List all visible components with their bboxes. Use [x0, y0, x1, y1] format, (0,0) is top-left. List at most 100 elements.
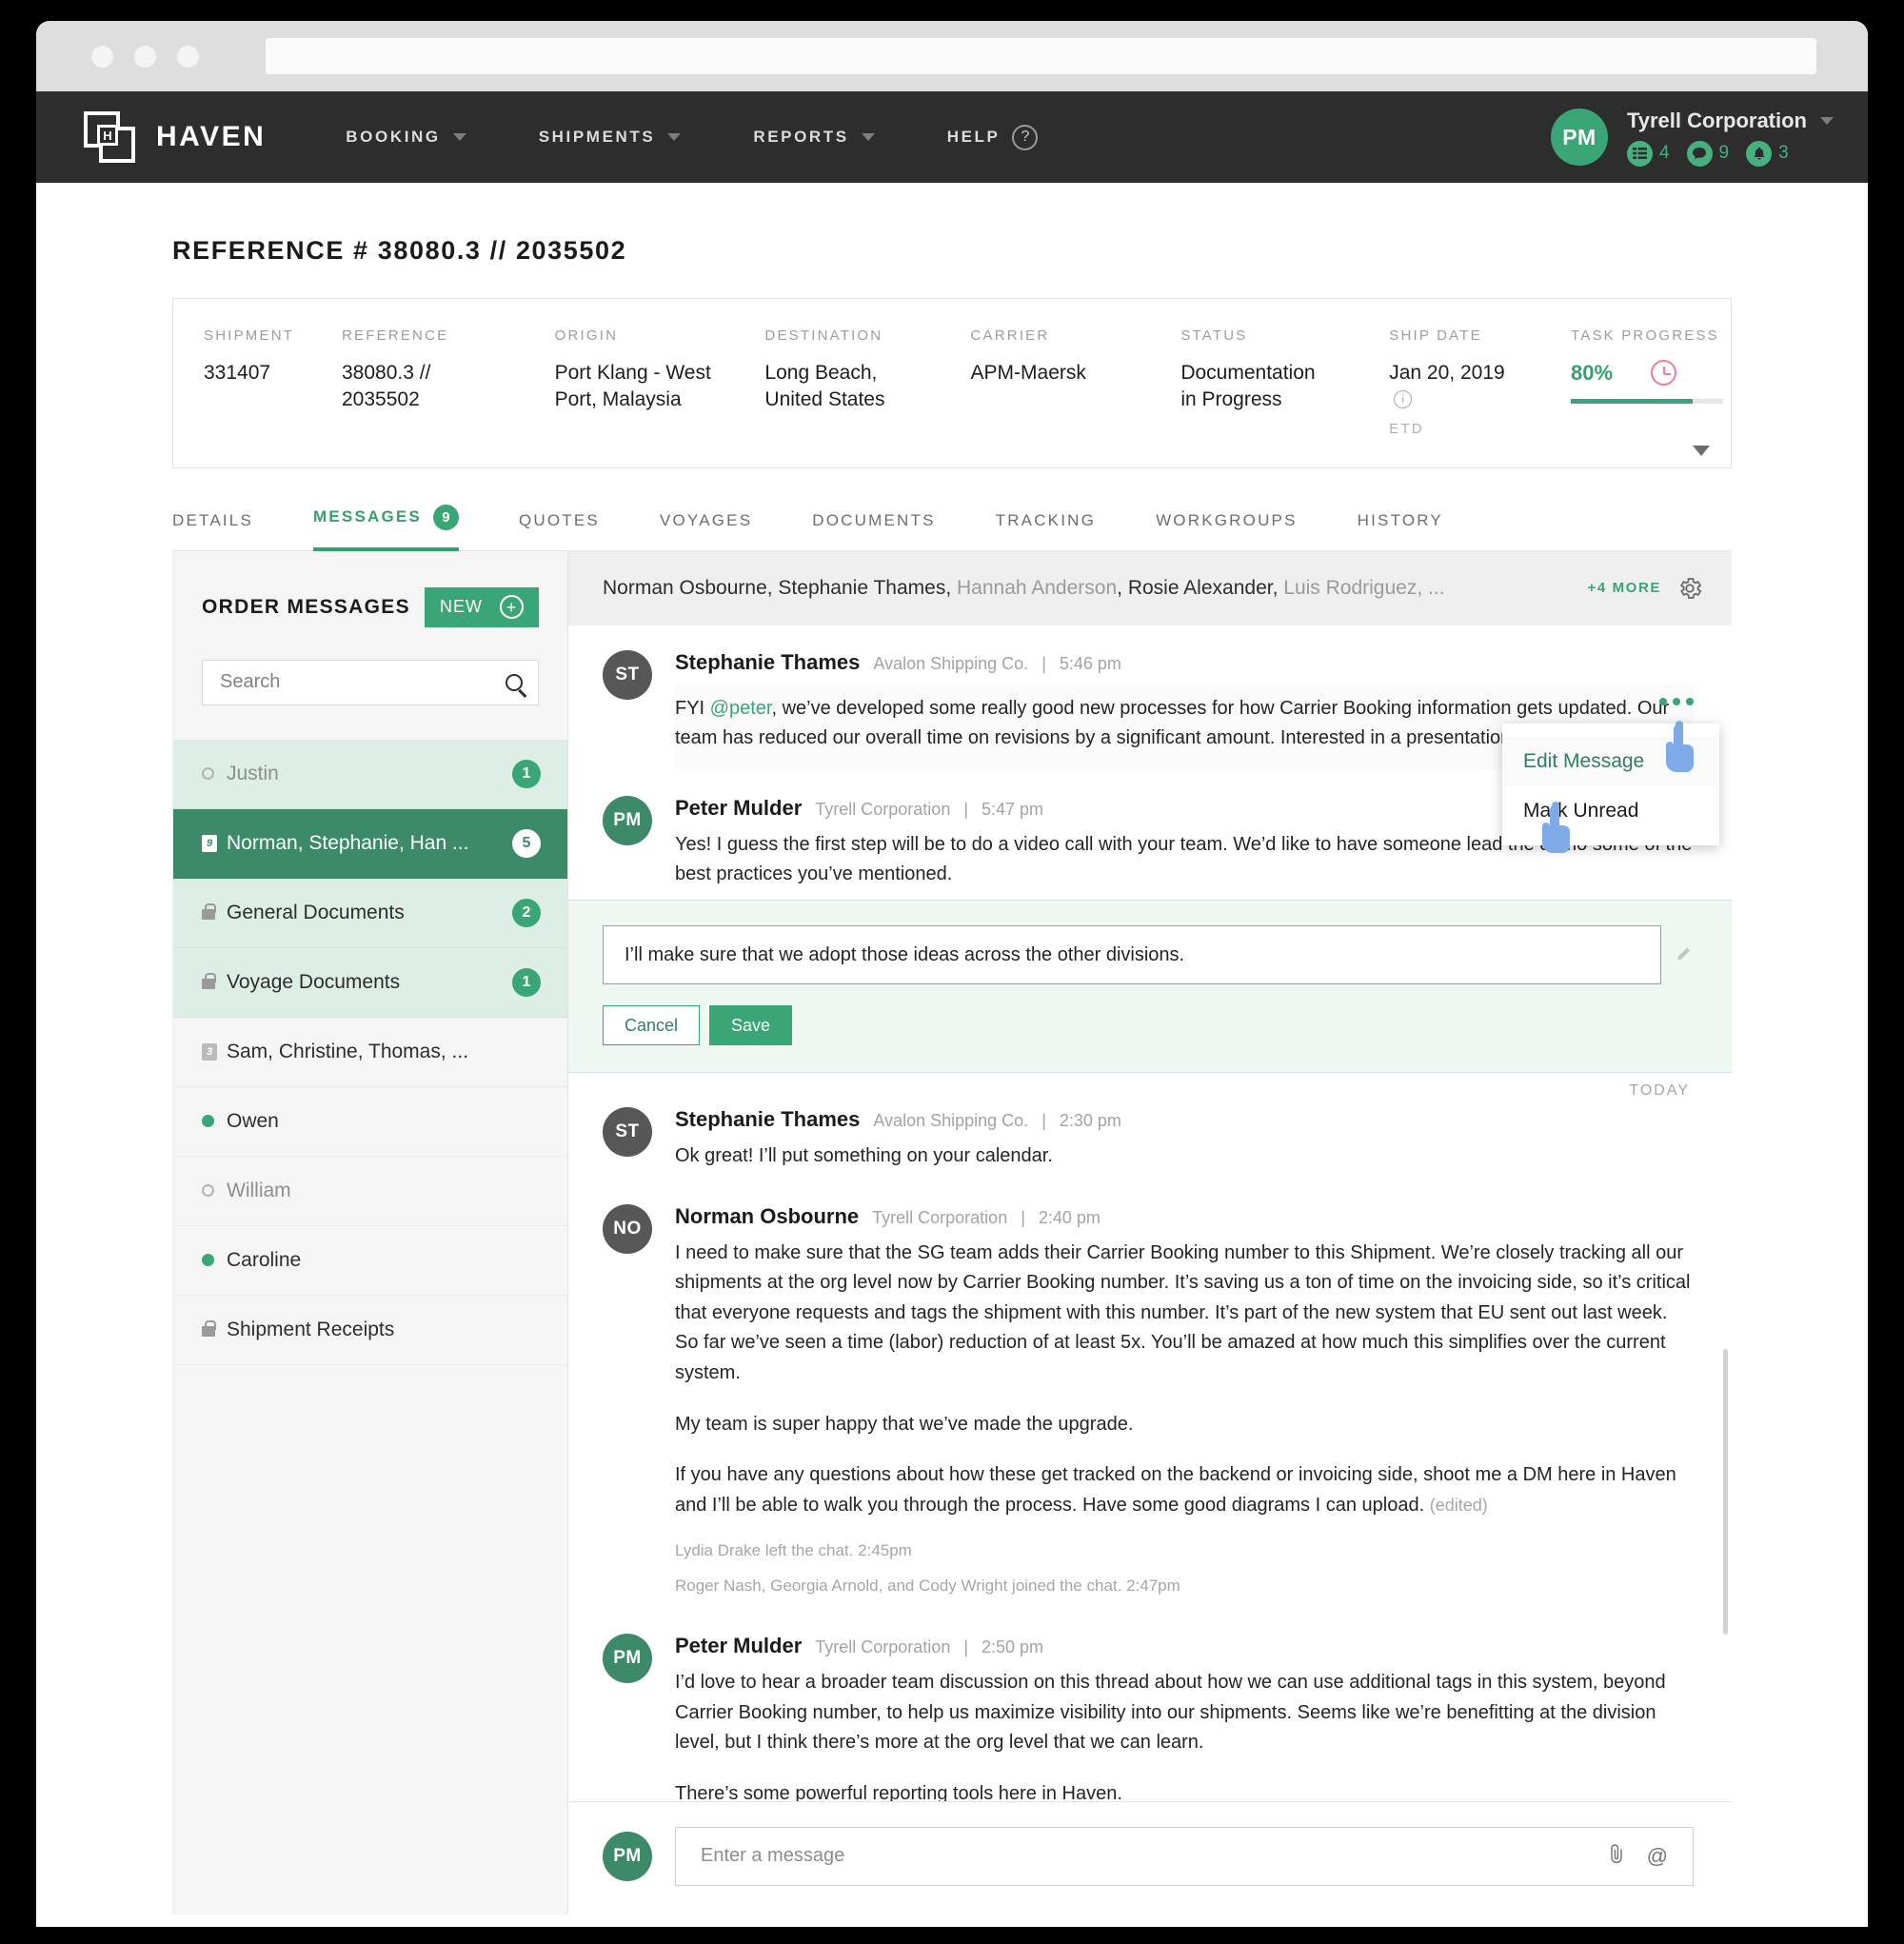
mention-icon[interactable]: @ — [1647, 1844, 1668, 1869]
message-text: If you have any questions about how thes… — [675, 1464, 1676, 1516]
url-bar[interactable] — [266, 38, 1816, 74]
notifications-counter[interactable]: 3 — [1746, 140, 1789, 167]
task-progress-bar — [1571, 399, 1723, 404]
message-company: Tyrell Corporation — [815, 799, 951, 819]
bell-icon — [1746, 140, 1773, 167]
tab-tracking[interactable]: TRACKING — [996, 511, 1096, 551]
system-line: Roger Nash, Georgia Arnold, and Cody Wri… — [675, 1576, 1180, 1595]
avatar: PM — [603, 795, 652, 845]
date-divider-label: TODAY — [1629, 1082, 1690, 1100]
mention-link[interactable]: @peter — [710, 698, 772, 719]
page-title: REFERENCE # 38080.3 // 2035502 — [172, 236, 627, 265]
avatar[interactable]: PM — [1550, 109, 1608, 166]
menu-item-mark-unread[interactable]: Mark Unread — [1502, 786, 1719, 836]
screenshot-root: H HAVEN BOOKING SHIPMENTS REPORTS HELP ?… — [0, 0, 1904, 1944]
new-message-label: NEW — [440, 597, 483, 617]
chevron-down-icon — [452, 133, 466, 141]
tab-label-quotes: QUOTES — [518, 510, 600, 529]
nav-item-reports[interactable]: REPORTS — [753, 128, 875, 147]
minimize-icon[interactable] — [134, 45, 156, 68]
tab-history[interactable]: HISTORY — [1358, 511, 1443, 551]
sidebar-thread-voyage-documents[interactable]: Voyage Documents 1 — [173, 947, 567, 1018]
nav-label-booking: BOOKING — [346, 128, 441, 146]
tab-quotes[interactable]: QUOTES — [519, 511, 600, 551]
help-icon: ? — [1012, 124, 1039, 150]
participant-4: Rosie Alexander — [1127, 576, 1273, 599]
gear-icon[interactable] — [1676, 575, 1703, 602]
maximize-icon[interactable] — [177, 45, 199, 68]
org-name-row[interactable]: Tyrell Corporation — [1627, 109, 1834, 133]
thread-label: Norman, Stephanie, Han ... — [227, 831, 469, 854]
sidebar-thread-william[interactable]: William — [173, 1156, 567, 1226]
edit-message-input[interactable]: I’ll make sure that we adopt those ideas… — [603, 925, 1661, 985]
cancel-button[interactable]: Cancel — [603, 1005, 701, 1046]
summary-label-task-progress: TASK PROGRESS — [1571, 327, 1719, 344]
search-icon[interactable] — [506, 673, 523, 691]
system-line: Lydia Drake left the chat. 2:45pm — [675, 1541, 912, 1560]
tasks-counter[interactable]: 4 — [1626, 140, 1670, 167]
participants-more-link[interactable]: +4 MORE — [1588, 580, 1661, 596]
tab-messages[interactable]: MESSAGES 9 — [313, 504, 459, 551]
info-icon[interactable]: i — [1394, 389, 1413, 408]
nav-item-booking[interactable]: BOOKING — [346, 128, 466, 147]
message-input[interactable]: Enter a message @ — [675, 1826, 1694, 1886]
close-icon[interactable] — [91, 45, 113, 68]
sidebar-thread-owen[interactable]: Owen — [173, 1086, 567, 1157]
window-controls[interactable] — [91, 45, 199, 68]
list-icon — [1626, 140, 1653, 167]
online-dot-icon — [202, 1254, 227, 1267]
expand-card-chevron-icon[interactable] — [1693, 445, 1710, 456]
stack-icon-count: 9 — [202, 834, 217, 852]
nav-label-shipments: SHIPMENTS — [538, 128, 656, 146]
summary-cell-task-progress: TASK PROGRESS 80% — [1540, 327, 1731, 437]
pencil-icon[interactable] — [1675, 944, 1694, 963]
participant-5: Luis Rodriguez — [1283, 576, 1418, 599]
new-message-button[interactable]: NEW + — [425, 586, 539, 627]
message-text: Ok great! I’ll put something on your cal… — [675, 1145, 1053, 1167]
search-input[interactable] — [220, 671, 506, 694]
save-button[interactable]: Save — [709, 1005, 793, 1046]
messages-counter[interactable]: 9 — [1686, 140, 1729, 167]
search-box[interactable] — [202, 659, 539, 705]
shipment-summary-card: SHIPMENT 331407 REFERENCE 38080.3 // 203… — [172, 298, 1732, 468]
sidebar-thread-sam-group[interactable]: 3 Sam, Christine, Thomas, ... — [173, 1017, 567, 1087]
message-separator: | — [1041, 1111, 1046, 1131]
summary-cell-ship-date: SHIP DATE Jan 20, 2019 i ETD — [1359, 327, 1540, 437]
avatar: PM — [603, 1634, 652, 1683]
section-tabs: DETAILS MESSAGES 9 QUOTES VOYAGES DOCUME… — [172, 468, 1732, 551]
nav-item-help[interactable]: HELP ? — [947, 124, 1039, 150]
message-time: 5:46 pm — [1059, 653, 1121, 673]
sidebar-thread-justin[interactable]: Justin 1 — [173, 739, 567, 809]
browser-window: H HAVEN BOOKING SHIPMENTS REPORTS HELP ?… — [36, 21, 1868, 1927]
plus-icon: + — [500, 595, 524, 620]
lock-icon — [202, 973, 227, 990]
tab-workgroups[interactable]: WORKGROUPS — [1156, 511, 1298, 551]
summary-value-shipment: 331407 — [204, 362, 271, 384]
participant-names[interactable]: Norman Osbourne, Stephanie Thames, Hanna… — [603, 577, 1573, 600]
edited-label: (edited) — [1429, 1495, 1488, 1515]
ship-date-sub: ETD — [1389, 420, 1424, 437]
message-list-scrollbar[interactable] — [1723, 1348, 1728, 1635]
user-menu[interactable]: PM Tyrell Corporation 4 9 3 — [1550, 91, 1834, 183]
message-actions-icon[interactable] — [1659, 697, 1694, 705]
message-time: 2:40 pm — [1038, 1207, 1101, 1227]
tab-documents[interactable]: DOCUMENTS — [812, 511, 935, 551]
message-text: I need to make sure that the SG team add… — [675, 1241, 1691, 1384]
sidebar-thread-norman-group[interactable]: 9 Norman, Stephanie, Han ... 5 — [173, 808, 567, 879]
sidebar-thread-caroline[interactable]: Caroline — [173, 1225, 567, 1296]
main-nav: BOOKING SHIPMENTS REPORTS HELP ? — [346, 124, 1110, 150]
attachment-icon[interactable] — [1607, 1843, 1626, 1870]
thread-badge: 2 — [512, 898, 541, 927]
tab-voyages[interactable]: VOYAGES — [660, 511, 752, 551]
summary-cell-reference: REFERENCE 38080.3 // 2035502 — [311, 327, 525, 437]
logo[interactable]: H HAVEN — [84, 111, 266, 163]
sidebar-thread-shipment-receipts[interactable]: Shipment Receipts — [173, 1295, 567, 1365]
message-company: Tyrell Corporation — [872, 1207, 1008, 1227]
summary-label-carrier: CARRIER — [970, 327, 1050, 344]
tab-details[interactable]: DETAILS — [172, 511, 253, 551]
sidebar-thread-general-documents[interactable]: General Documents 2 — [173, 878, 567, 948]
notifications-count: 3 — [1778, 143, 1789, 163]
thread-label: William — [227, 1179, 291, 1201]
nav-item-shipments[interactable]: SHIPMENTS — [539, 128, 682, 147]
order-messages-sidebar: ORDER MESSAGES NEW + Search Justin 1 9 N… — [172, 550, 568, 1914]
